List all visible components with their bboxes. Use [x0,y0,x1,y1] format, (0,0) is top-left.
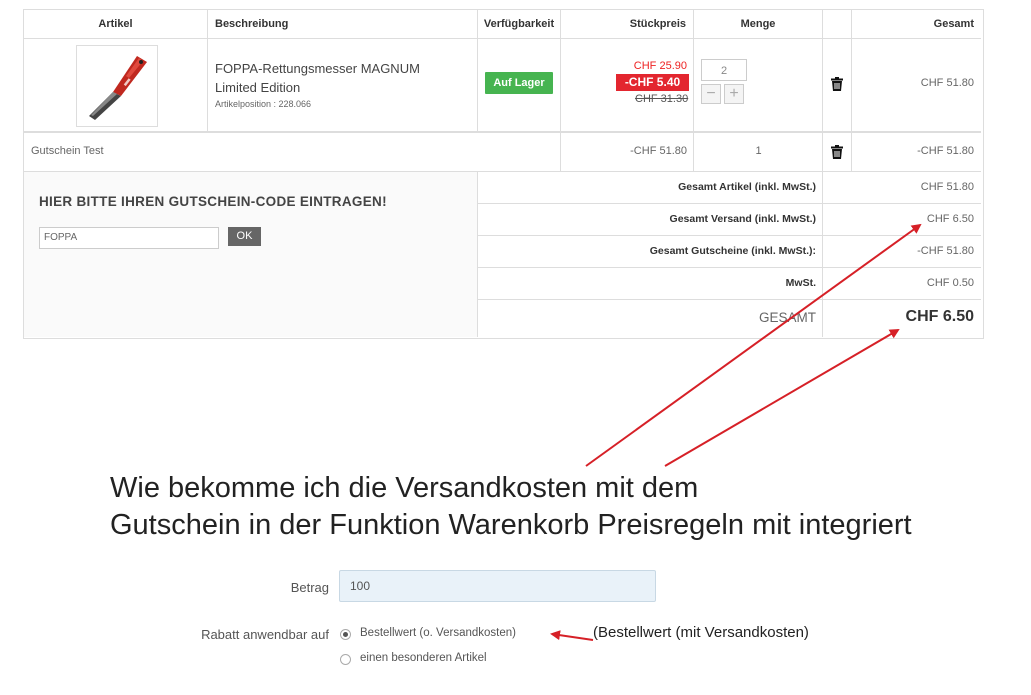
annotation-arrows [550,223,922,641]
arrow-to-option [550,630,594,641]
arrow-to-total [664,328,900,467]
